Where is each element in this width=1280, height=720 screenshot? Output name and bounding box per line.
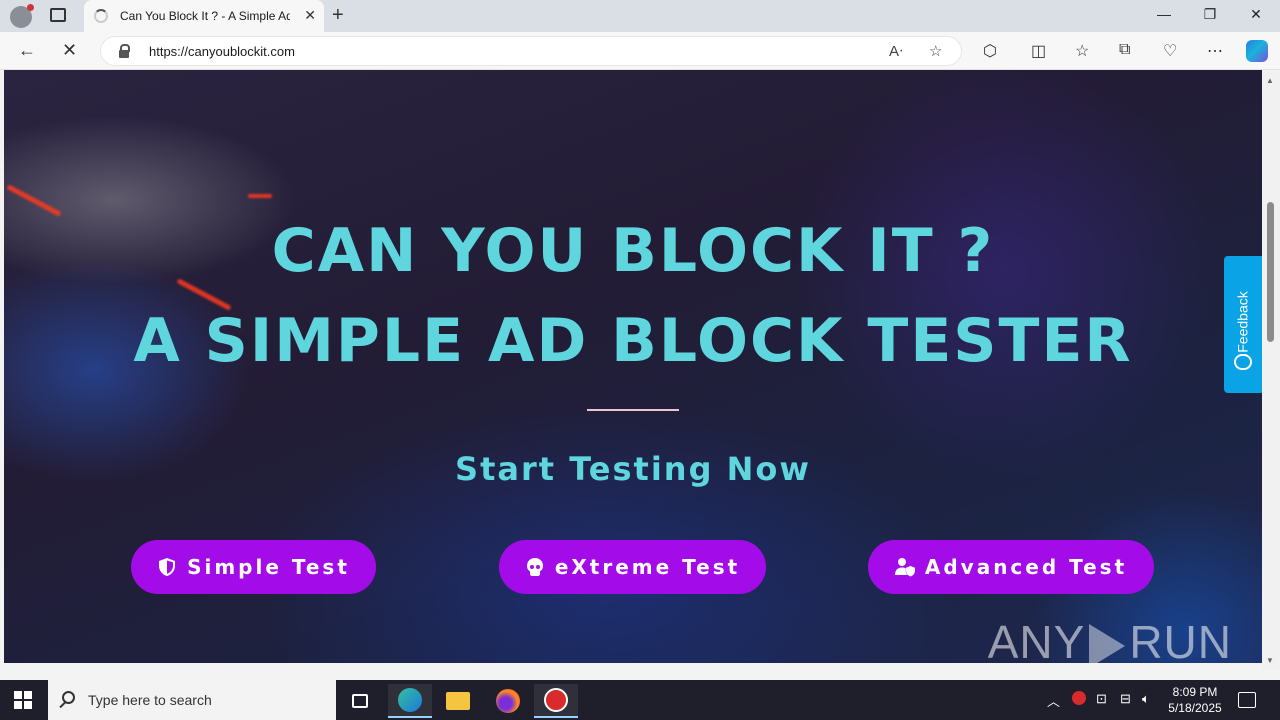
loading-spinner-icon: [94, 9, 108, 23]
simple-test-button[interactable]: Simple Test: [131, 540, 376, 594]
stop-loading-icon[interactable]: ✕: [62, 40, 77, 61]
anyrun-watermark: ANY RUN: [988, 615, 1232, 663]
search-placeholder: Type here to search: [88, 692, 212, 708]
favorites-icon[interactable]: ☆: [1075, 41, 1089, 61]
lock-icon[interactable]: [119, 44, 130, 58]
volume-icon[interactable]: 🔈︎: [1142, 691, 1150, 707]
feedback-tab[interactable]: Feedback: [1224, 256, 1262, 393]
file-explorer-icon[interactable]: [436, 684, 480, 718]
profile-avatar-icon[interactable]: [10, 4, 34, 28]
tab-actions-icon[interactable]: [50, 8, 66, 22]
extreme-test-button[interactable]: eXtreme Test: [499, 540, 766, 594]
watermark-left: ANY: [987, 616, 1086, 663]
firefox-icon[interactable]: [486, 684, 530, 718]
skull-icon: [526, 558, 543, 576]
show-hidden-icons-icon[interactable]: ︿: [1047, 691, 1060, 710]
adblock-app-icon[interactable]: [534, 684, 578, 718]
favorite-star-icon[interactable]: ☆: [929, 42, 942, 60]
address-bar[interactable]: https://canyoublockit.com Aᐧ ☆: [100, 36, 962, 66]
extreme-test-label: eXtreme Test: [554, 555, 741, 579]
notifications-icon[interactable]: [1238, 692, 1256, 708]
simple-test-label: Simple Test: [187, 555, 350, 579]
minimize-icon[interactable]: —: [1154, 6, 1174, 22]
address-toolbar: ← ✕ https://canyoublockit.com Aᐧ ☆ ⬡ ◫ ☆…: [0, 32, 1280, 70]
active-tab[interactable]: Can You Block It ? - A Simple Ad ✕: [84, 0, 324, 32]
advanced-test-label: Advanced Test: [924, 555, 1128, 579]
taskbar-search[interactable]: Type here to search: [48, 680, 336, 720]
browser-essentials-icon[interactable]: ♡: [1163, 41, 1177, 61]
chat-bubble-icon: [1234, 354, 1252, 370]
edge-taskbar-icon[interactable]: [388, 684, 432, 718]
collections-icon[interactable]: ⧉: [1119, 41, 1130, 59]
user-shield-icon: [894, 558, 915, 577]
back-arrow-icon[interactable]: ←: [18, 40, 36, 61]
extensions-icon[interactable]: ⬡: [983, 41, 997, 61]
scroll-up-arrow-icon[interactable]: ▲: [1266, 76, 1274, 85]
tab-close-icon[interactable]: ✕: [304, 7, 316, 24]
ethernet-icon[interactable]: ⊟: [1120, 691, 1131, 707]
start-testing-heading: Start Testing Now: [455, 450, 811, 488]
copilot-icon[interactable]: [1246, 40, 1268, 62]
search-icon: [62, 691, 75, 704]
tab-title: Can You Block It ? - A Simple Ad: [120, 9, 290, 23]
split-screen-icon[interactable]: ◫: [1031, 41, 1046, 61]
task-view-icon[interactable]: [338, 684, 382, 718]
keyboard-glow: [6, 184, 62, 217]
page-hero: CAN YOU BLOCK IT ? A SIMPLE AD BLOCK TES…: [4, 70, 1262, 663]
windows-taskbar: Type here to search ︿ ⊡ ⊟ 🔈︎ 8:09 PM 5/1…: [0, 680, 1280, 720]
new-tab-icon[interactable]: +: [332, 4, 344, 27]
network-icon[interactable]: ⊡: [1096, 691, 1107, 707]
hero-title-line1: CAN YOU BLOCK IT ?: [271, 216, 995, 286]
taskbar-clock[interactable]: 8:09 PM 5/18/2025: [1160, 684, 1230, 716]
read-aloud-icon[interactable]: Aᐧ: [889, 42, 903, 60]
watermark-right: RUN: [1129, 616, 1232, 663]
keyboard-glow: [248, 194, 272, 198]
tab-bar: Can You Block It ? - A Simple Ad ✕ + — ❐…: [0, 0, 1280, 32]
shield-icon: [159, 558, 176, 576]
tray-app-icon[interactable]: [1072, 691, 1086, 708]
url-text[interactable]: https://canyoublockit.com: [149, 44, 295, 59]
clock-time: 8:09 PM: [1172, 685, 1218, 699]
clock-date: 5/18/2025: [1168, 701, 1222, 715]
scroll-down-arrow-icon[interactable]: ▼: [1266, 656, 1274, 665]
restore-icon[interactable]: ❐: [1200, 6, 1220, 23]
window-close-icon[interactable]: ✕: [1246, 6, 1266, 23]
more-menu-icon[interactable]: ⋯: [1207, 41, 1223, 61]
windows-start-icon[interactable]: [14, 691, 32, 709]
hero-title-line2: A SIMPLE AD BLOCK TESTER: [133, 306, 1133, 376]
page-scrollbar[interactable]: ▲ ▼: [1262, 70, 1280, 670]
title-divider: [587, 409, 679, 411]
play-logo-icon: [1089, 623, 1126, 663]
scroll-thumb[interactable]: [1267, 202, 1274, 342]
advanced-test-button[interactable]: Advanced Test: [868, 540, 1154, 594]
